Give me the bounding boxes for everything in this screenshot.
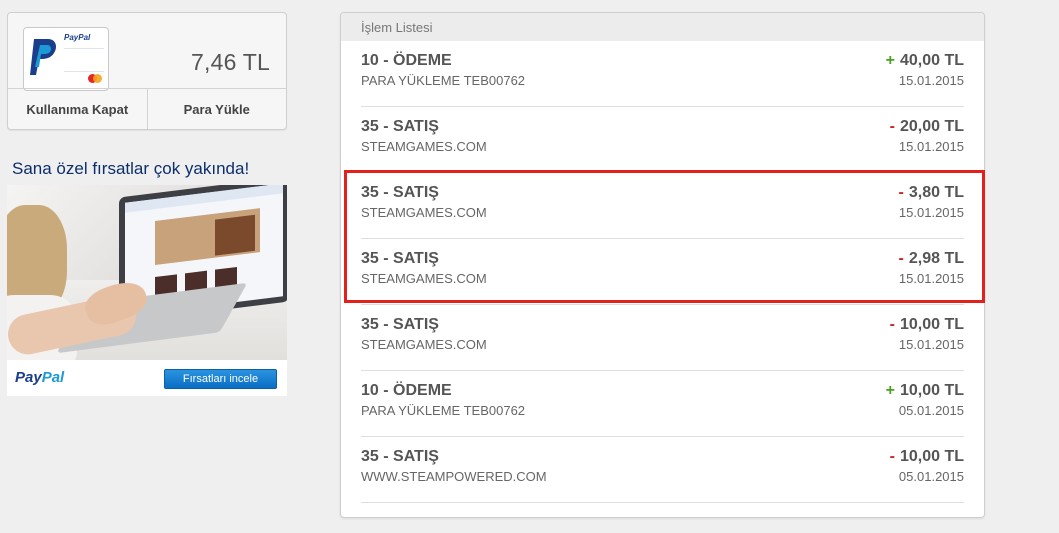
transaction-panel: İşlem Listesi 10 - ÖDEME PARA YÜKLEME TEB… — [340, 12, 985, 518]
transaction-title: 10 - ÖDEME — [361, 52, 452, 69]
transaction-date: 05.01.2015 — [898, 403, 964, 418]
logo-pal: Pal — [41, 369, 65, 386]
transaction-amount-value: 10,00 TL — [899, 382, 964, 399]
transaction-list-header: İşlem Listesi — [341, 13, 984, 41]
transaction-row[interactable]: 35 - SATIŞ STEAMGAMES.COM -2,98 TL 15.01.20… — [361, 239, 964, 305]
transaction-sign: + — [885, 52, 895, 69]
paypal-logo: PayPal — [15, 369, 64, 386]
transaction-amount-value: 20,00 TL — [899, 118, 964, 135]
transaction-sign: - — [889, 448, 895, 465]
transaction-list: 10 - ÖDEME PARA YÜKLEME TEB00762 +40,00 TL… — [341, 41, 984, 503]
transaction-sign: - — [889, 316, 895, 333]
transaction-sign: - — [898, 250, 904, 267]
transaction-amount-value: 10,00 TL — [899, 316, 964, 333]
transaction-description: STEAMGAMES.COM — [361, 139, 487, 154]
transaction-title: 35 - SATIŞ — [361, 184, 439, 201]
transaction-amount-value: 40,00 TL — [899, 52, 964, 69]
paypal-p-logo-icon — [30, 39, 56, 75]
logo-pay: Pay — [15, 369, 42, 386]
transaction-amount-value: 10,00 TL — [899, 448, 964, 465]
transaction-title: 35 - SATIŞ — [361, 316, 439, 333]
mastercard-icon — [88, 74, 102, 83]
transaction-row[interactable]: 35 - SATIŞ STEAMGAMES.COM -20,00 TL 15.01.2… — [361, 107, 964, 173]
transaction-description: STEAMGAMES.COM — [361, 337, 487, 352]
transaction-description: WWW.STEAMPOWERED.COM — [361, 469, 547, 484]
transaction-description: STEAMGAMES.COM — [361, 271, 487, 286]
transaction-sign: + — [885, 382, 895, 399]
transaction-amount: -3,80 TL — [899, 184, 964, 202]
transaction-row[interactable]: 35 - SATIŞ STEAMGAMES.COM -10,00 TL 15.01.2… — [361, 305, 964, 371]
transaction-amount: -2,98 TL — [899, 250, 964, 268]
balance-card: PayPal 7,46 TL Kullanıma Kapat Para Yükl… — [7, 12, 287, 130]
transaction-title: 35 - SATIŞ — [361, 448, 439, 465]
paypal-card-icon: PayPal — [23, 27, 109, 91]
transaction-date: 15.01.2015 — [898, 337, 964, 352]
transaction-date: 15.01.2015 — [898, 205, 964, 220]
transaction-description: STEAMGAMES.COM — [361, 205, 487, 220]
transaction-amount: -10,00 TL — [890, 448, 964, 466]
transaction-row[interactable]: 35 - SATIŞ WWW.STEAMPOWERED.COM -10,00 TL 0… — [361, 437, 964, 503]
transaction-row[interactable]: 10 - ÖDEME PARA YÜKLEME TEB00762 +10,00 TL… — [361, 371, 964, 437]
card-actions: Kullanıma Kapat Para Yükle — [8, 88, 286, 129]
transaction-sign: - — [898, 184, 904, 201]
transaction-amount: +10,00 TL — [886, 382, 964, 400]
explore-offers-button[interactable]: Fırsatları incele — [164, 369, 277, 389]
transaction-date: 15.01.2015 — [898, 73, 964, 88]
promo-title: Sana özel fırsatlar çok yakında! — [12, 159, 250, 178]
transaction-description: PARA YÜKLEME TEB00762 — [361, 73, 526, 88]
promo-image[interactable] — [7, 185, 287, 360]
transaction-amount-value: 2,98 TL — [908, 250, 964, 267]
transaction-date: 05.01.2015 — [898, 469, 964, 484]
transaction-date: 15.01.2015 — [898, 271, 964, 286]
transaction-row[interactable]: 10 - ÖDEME PARA YÜKLEME TEB00762 +40,00 TL… — [361, 41, 964, 107]
transaction-title: 35 - SATIŞ — [361, 250, 439, 267]
transaction-row[interactable]: 35 - SATIŞ STEAMGAMES.COM -3,80 TL 15.01.20… — [361, 173, 964, 239]
card-number-lines — [64, 48, 104, 72]
transaction-amount: +40,00 TL — [886, 52, 964, 70]
balance-amount: 7,46 TL — [191, 49, 270, 75]
close-card-button[interactable]: Kullanıma Kapat — [8, 89, 147, 129]
transaction-date: 15.01.2015 — [898, 139, 964, 154]
transaction-amount: -20,00 TL — [890, 118, 964, 136]
promo-footer: PayPal Fırsatları incele — [7, 360, 287, 396]
card-logo-text: PayPal — [64, 33, 91, 42]
transaction-title: 10 - ÖDEME — [361, 382, 452, 399]
load-money-button[interactable]: Para Yükle — [146, 89, 287, 129]
transaction-amount-value: 3,80 TL — [908, 184, 964, 201]
transaction-description: PARA YÜKLEME TEB00762 — [361, 403, 526, 418]
transaction-sign: - — [889, 118, 895, 135]
transaction-amount: -10,00 TL — [890, 316, 964, 334]
transaction-title: 35 - SATIŞ — [361, 118, 439, 135]
